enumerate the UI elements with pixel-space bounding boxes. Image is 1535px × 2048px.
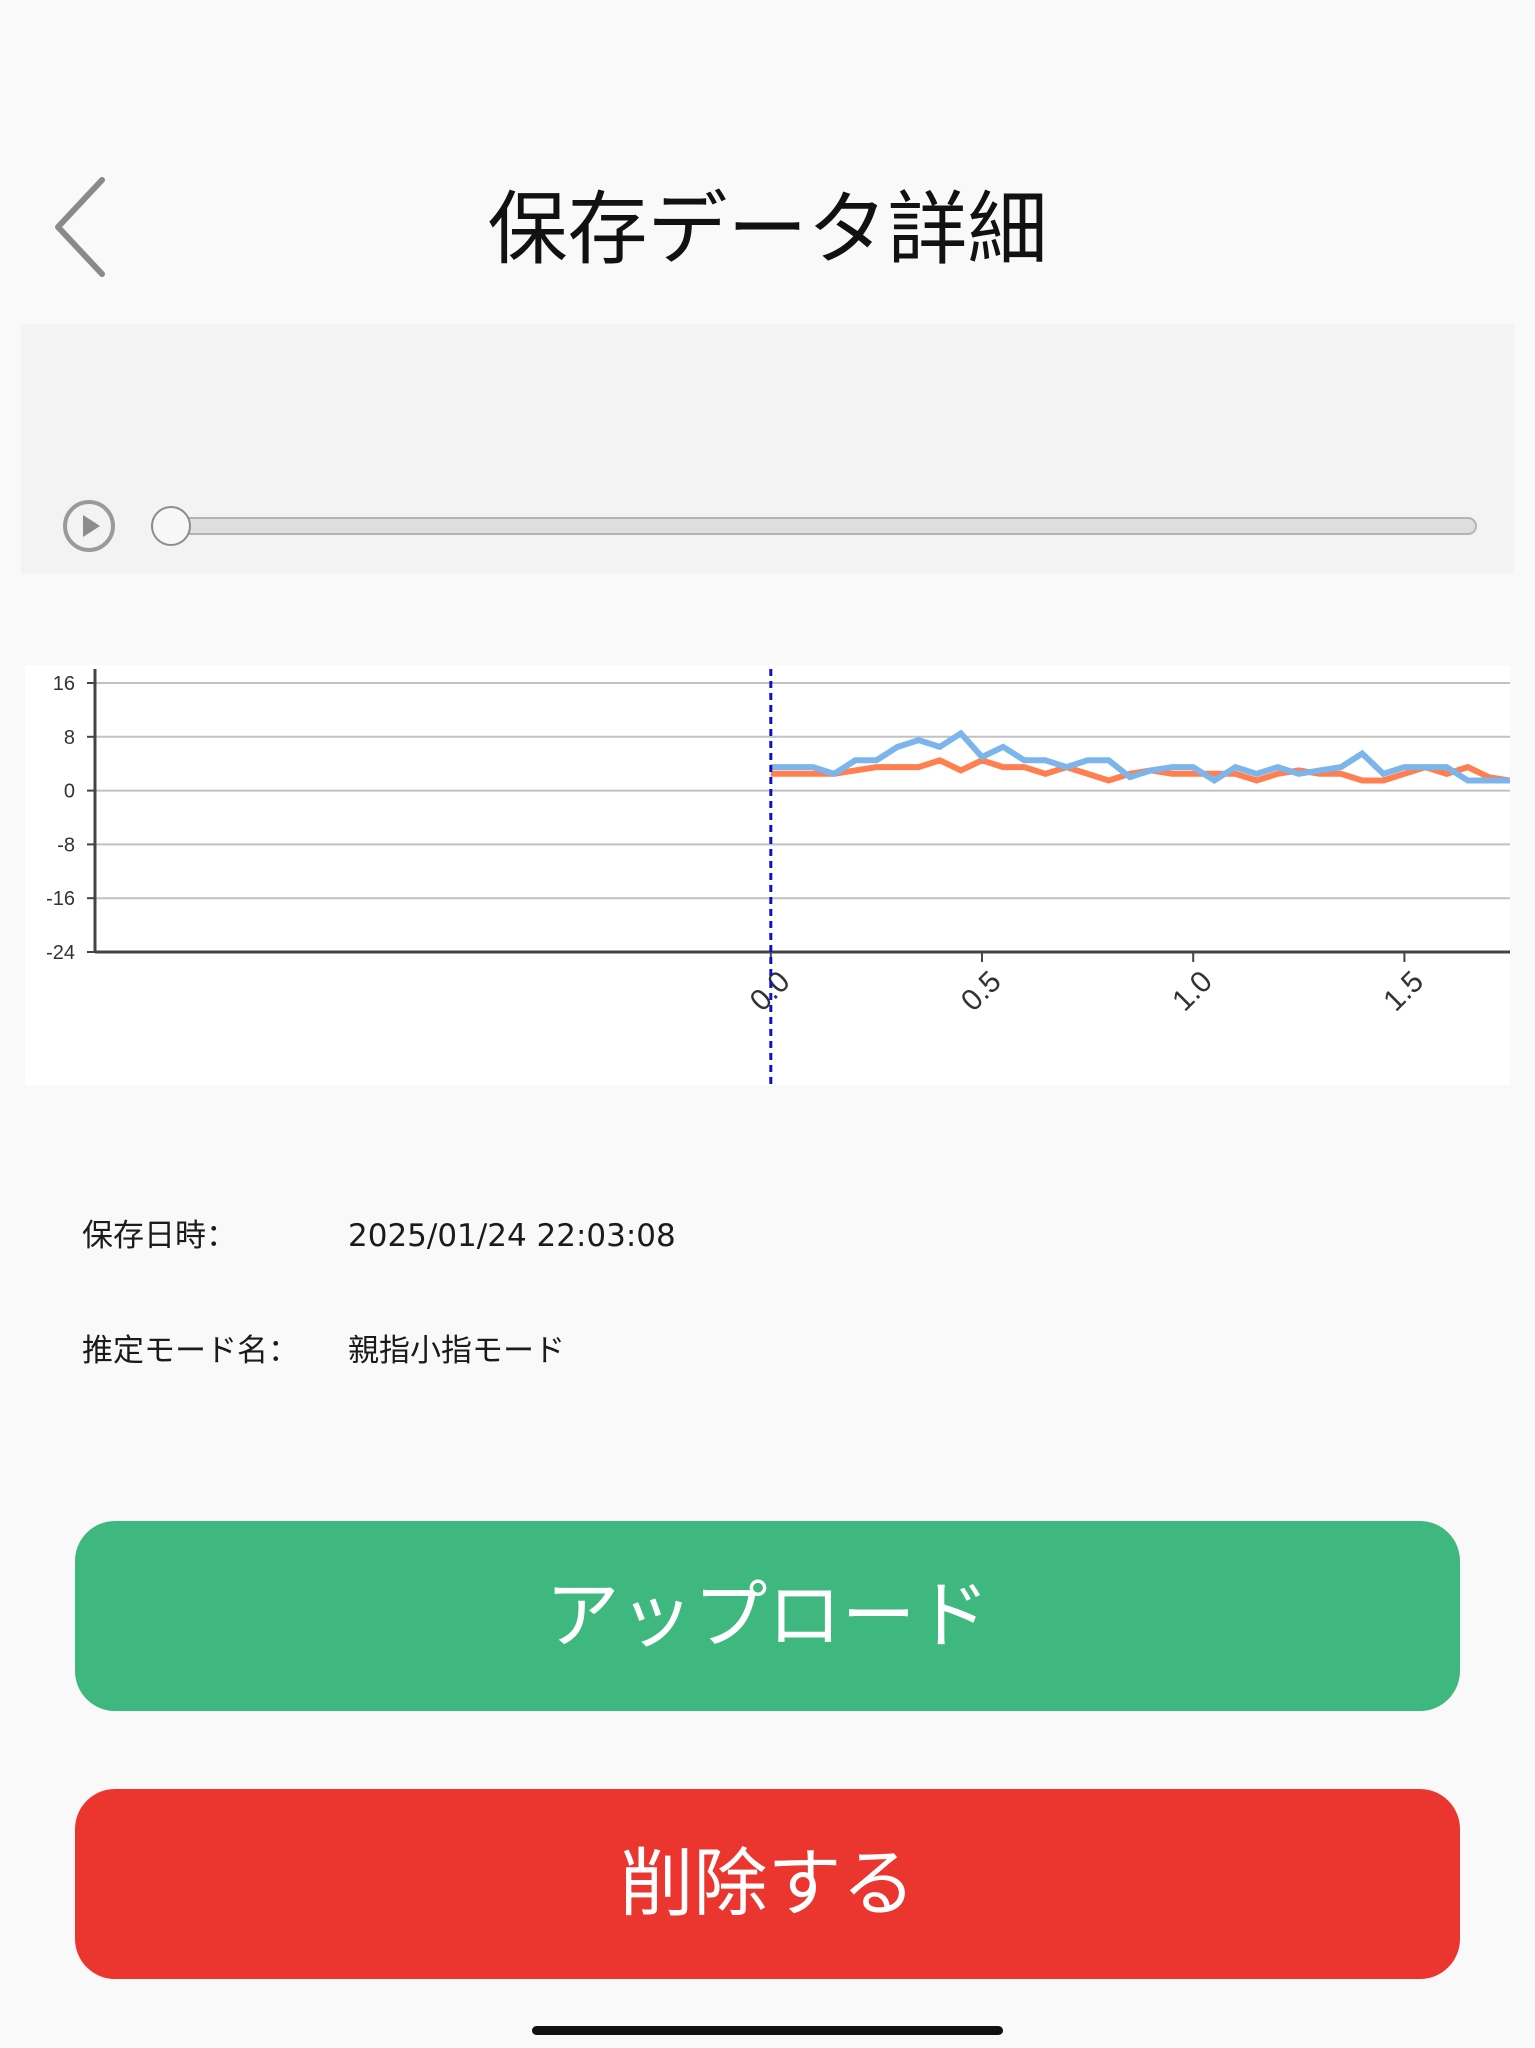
x-tick-label: 1.5 <box>1377 965 1430 1018</box>
y-tick-label: -8 <box>57 834 75 856</box>
delete-button[interactable]: 削除する <box>75 1789 1460 1979</box>
x-tick-label: 0.5 <box>955 965 1008 1018</box>
chart-canvas: 1680-8-16-240.0 0.5 1.0 1.5 <box>46 669 1510 1085</box>
progress-slider-thumb[interactable] <box>151 506 191 546</box>
saved-data-detail-screen: 保存データ詳細 16 8 0 -8 -16 -24 0.0 0.5 1.0 1.5 保存日時： 2… <box>0 0 1535 2048</box>
y-tick-label: -24 <box>46 942 75 964</box>
progress-slider-track[interactable] <box>151 517 1477 535</box>
y-tick-label: 0 <box>64 781 75 803</box>
page-title: 保存データ詳細 <box>487 183 1048 276</box>
sensor-chart: 16 8 0 -8 -16 -24 0.0 0.5 1.0 1.5 <box>25 665 1510 1085</box>
home-indicator <box>532 2026 1003 2035</box>
upload-button[interactable]: アップロード <box>75 1521 1460 1711</box>
play-circle-icon <box>63 500 115 552</box>
player-panel <box>21 324 1514 574</box>
y-tick-label: -16 <box>46 888 75 910</box>
mode-name-value: 親指小指モード <box>348 1333 565 1369</box>
mode-name-label: 推定モード名： <box>82 1333 299 1369</box>
saved-at-label: 保存日時： <box>82 1218 237 1254</box>
y-tick-label: 8 <box>64 727 75 749</box>
play-button[interactable] <box>61 498 117 554</box>
saved-at-value: 2025/01/24 22:03:08 <box>348 1218 676 1254</box>
y-tick-label: 16 <box>53 673 75 695</box>
x-tick-label: 1.0 <box>1166 965 1219 1018</box>
